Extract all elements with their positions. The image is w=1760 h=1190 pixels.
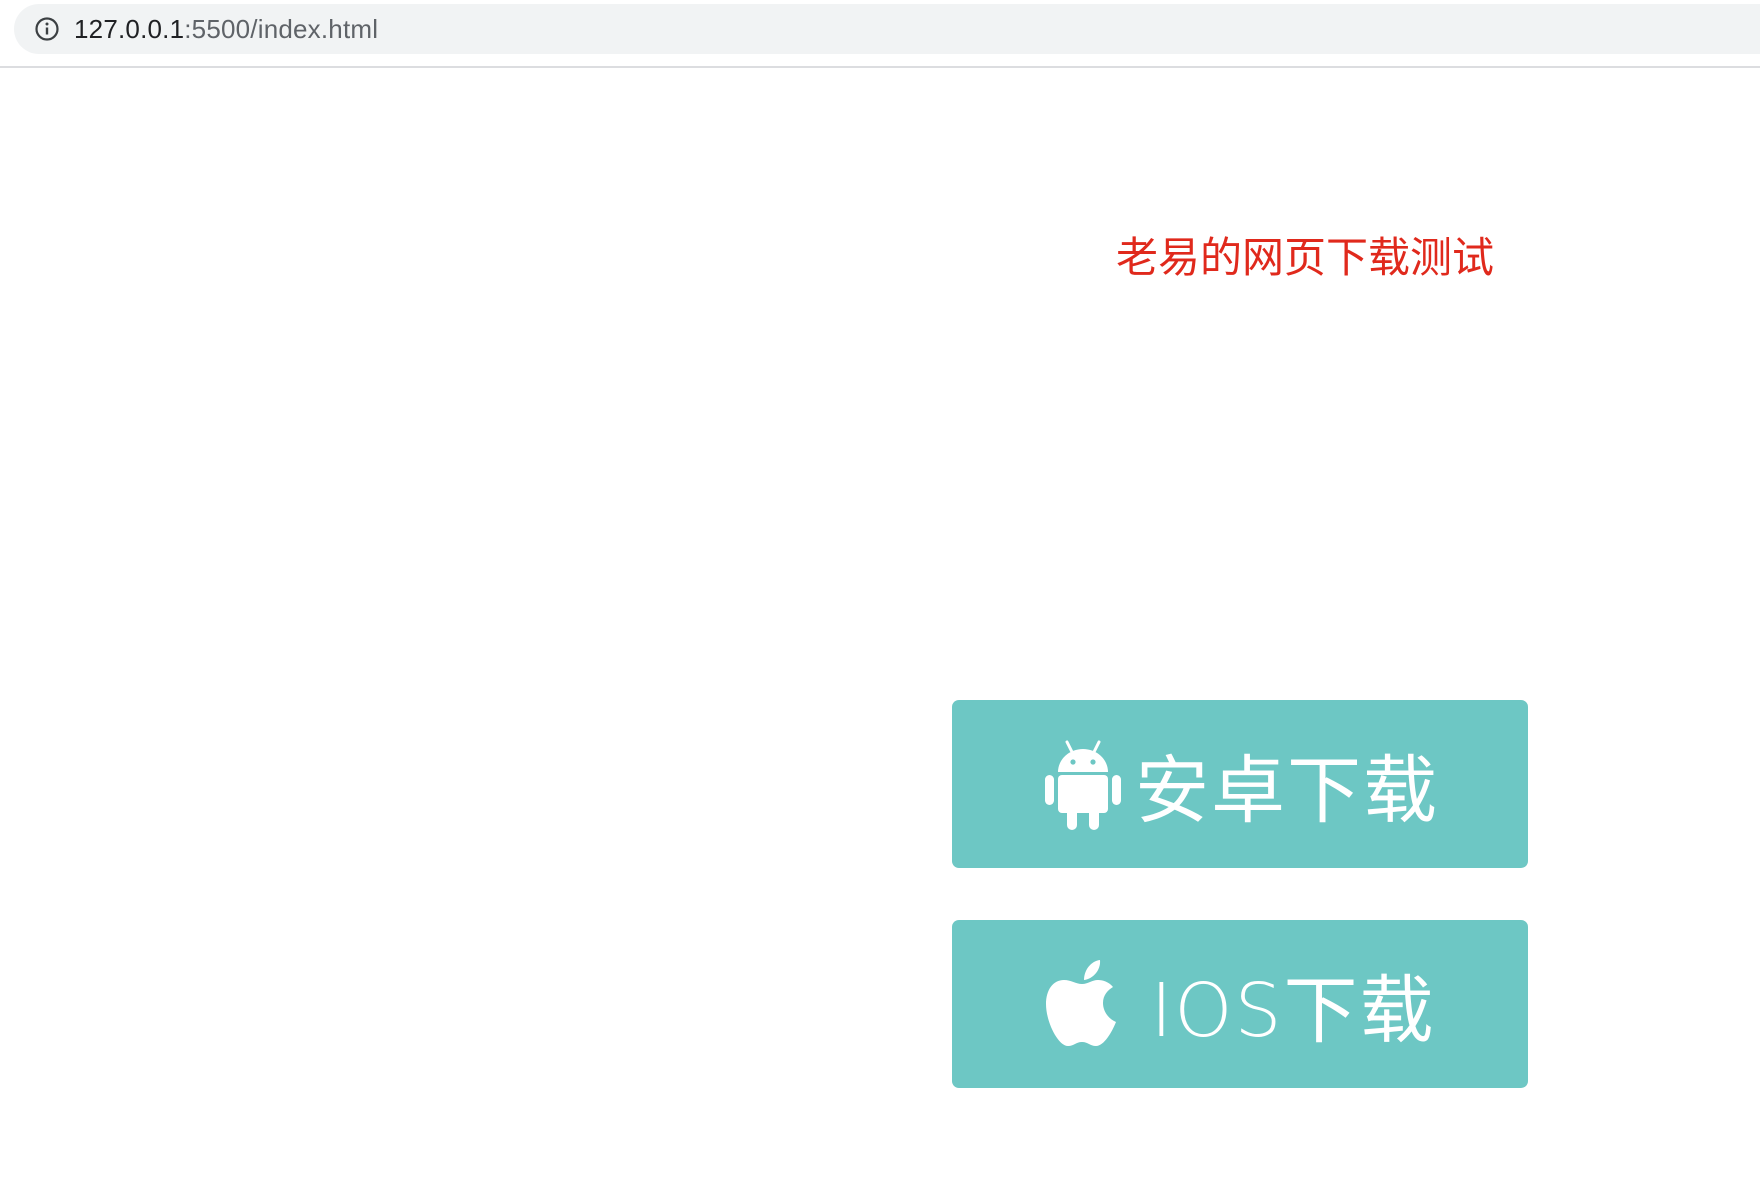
page-content: 老易的网页下载测试 安卓下载 IOS下载 [0,68,1760,1190]
android-download-button[interactable]: 安卓下载 [952,700,1528,868]
browser-toolbar: 127.0.0.1:5500/index.html [0,0,1760,68]
page-title: 老易的网页下载测试 [1116,233,1495,282]
url-text[interactable]: 127.0.0.1:5500/index.html [74,14,378,45]
url-path: :5500/index.html [184,13,379,44]
android-download-label: 安卓下载 [1135,747,1439,834]
android-icon [1041,736,1125,832]
address-bar[interactable]: 127.0.0.1:5500/index.html [14,4,1760,54]
apple-icon [1044,958,1120,1050]
ios-download-button[interactable]: IOS下载 [952,920,1528,1088]
url-host: 127.0.0.1 [74,13,185,44]
ios-download-label: IOS下载 [1150,967,1436,1054]
info-icon[interactable] [34,16,60,42]
